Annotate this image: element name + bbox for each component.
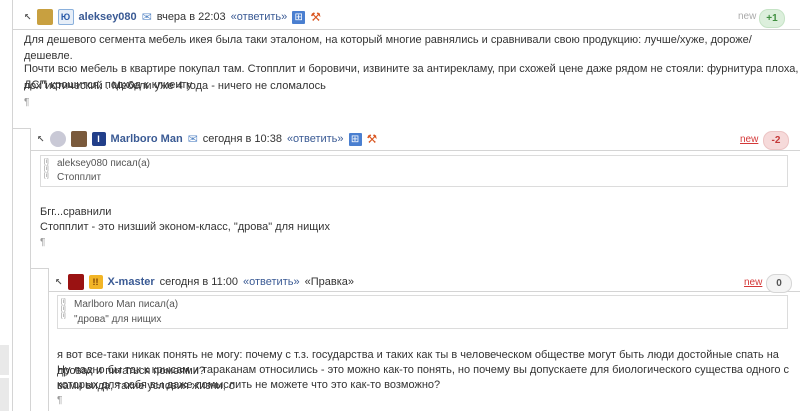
mail-icon[interactable]: ✉ <box>142 10 152 24</box>
reply-link[interactable]: «ответить» <box>243 276 300 288</box>
comment-header: ↖ Ю aleksey080 ✉ вчера в 22:03 «ответить… <box>24 7 326 27</box>
reply-link[interactable]: «ответить» <box>287 133 344 145</box>
comment-date: вчера в 22:03 <box>156 11 226 23</box>
new-label[interactable]: new <box>740 134 758 145</box>
comment-text-line: Бгг...сравнили <box>40 206 112 218</box>
rank-badge-icon: Ю <box>57 9 74 25</box>
comment-divider <box>30 150 800 151</box>
quote-author: aleksey080 писал(а) <box>57 158 150 169</box>
mail-icon[interactable]: ✉ <box>188 132 198 146</box>
collapse-toggle-icon[interactable]: ↖ <box>37 134 45 145</box>
avatar[interactable] <box>67 274 84 290</box>
thread-tree-icon[interactable]: ⊞ <box>292 10 306 24</box>
avatar[interactable] <box>49 131 66 147</box>
comment-text-line: пох"истический . Мебели уже 4 года - нич… <box>24 80 326 92</box>
thread-tree-line <box>48 268 49 411</box>
reply-link[interactable]: «ответить» <box>231 11 288 23</box>
quote-text: "дрова" для нищих <box>74 314 162 325</box>
thread-tree-icon[interactable]: ⊞ <box>348 132 362 146</box>
comment-score[interactable]: -2 <box>763 131 789 150</box>
comment-score[interactable]: 0 <box>766 274 792 293</box>
comment-divider <box>12 29 800 30</box>
permalink-pilcrow[interactable]: ¶ <box>24 95 29 111</box>
comment-score[interactable]: +1 <box>759 9 785 28</box>
permalink-pilcrow[interactable]: ¶ <box>57 393 62 409</box>
comment-header: ↖ !! X-master сегодня в 11:00 «ответить»… <box>55 272 359 292</box>
quote-block: [​i] [​i] [​i] Marlboro Man писал(а) "дров… <box>57 295 788 329</box>
thread-tree-line <box>30 128 31 411</box>
comment-divider <box>12 128 30 129</box>
comment-header: ↖ I Marlboro Man ✉ сегодня в 10:38 «отве… <box>37 129 382 149</box>
username-link[interactable]: Marlboro Man <box>111 133 183 145</box>
avatar[interactable] <box>36 9 53 25</box>
comment-text-line: Для дешевого сегмента мебель икея была т… <box>24 34 752 62</box>
sidebar-strip-lower[interactable] <box>0 378 9 411</box>
quote-marks-icon: [​i] [​i] [​i] <box>44 159 49 179</box>
collapse-toggle-icon[interactable]: ↖ <box>55 277 63 288</box>
comment-date: сегодня в 10:38 <box>202 133 282 145</box>
collapse-toggle-icon[interactable]: ↖ <box>24 12 32 23</box>
quote-marks-icon: [​i] [​i] [​i] <box>61 299 66 319</box>
permalink-pilcrow[interactable]: ¶ <box>40 235 45 251</box>
comment-date: сегодня в 11:00 <box>159 276 239 288</box>
quote-block: [​i] [​i] [​i] aleksey080 писал(а) Стоппли… <box>40 155 788 187</box>
hammer-icon[interactable]: ⚒ <box>367 132 378 146</box>
username-link[interactable]: X-master <box>108 276 155 288</box>
comment-divider <box>30 268 48 269</box>
avatar[interactable] <box>70 131 87 147</box>
new-label[interactable]: new <box>744 277 762 288</box>
comment-text-line: которых для себя вы даже помыслить не мо… <box>57 379 441 391</box>
hammer-icon[interactable]: ⚒ <box>310 10 321 24</box>
sidebar-strip-upper[interactable] <box>0 345 9 375</box>
quote-author: Marlboro Man писал(а) <box>74 299 179 310</box>
edit-link[interactable]: «Правка» <box>305 276 354 288</box>
new-label: new <box>738 11 757 22</box>
rank-badge-icon: !! <box>88 275 103 289</box>
comment-text-line: Стопплит - это низший эконом-класс, "дро… <box>40 221 330 233</box>
quote-text: Стопплит <box>57 172 102 183</box>
rank-badge-icon: I <box>91 132 106 146</box>
username-link[interactable]: aleksey080 <box>79 11 137 23</box>
thread-tree-line <box>12 0 13 411</box>
